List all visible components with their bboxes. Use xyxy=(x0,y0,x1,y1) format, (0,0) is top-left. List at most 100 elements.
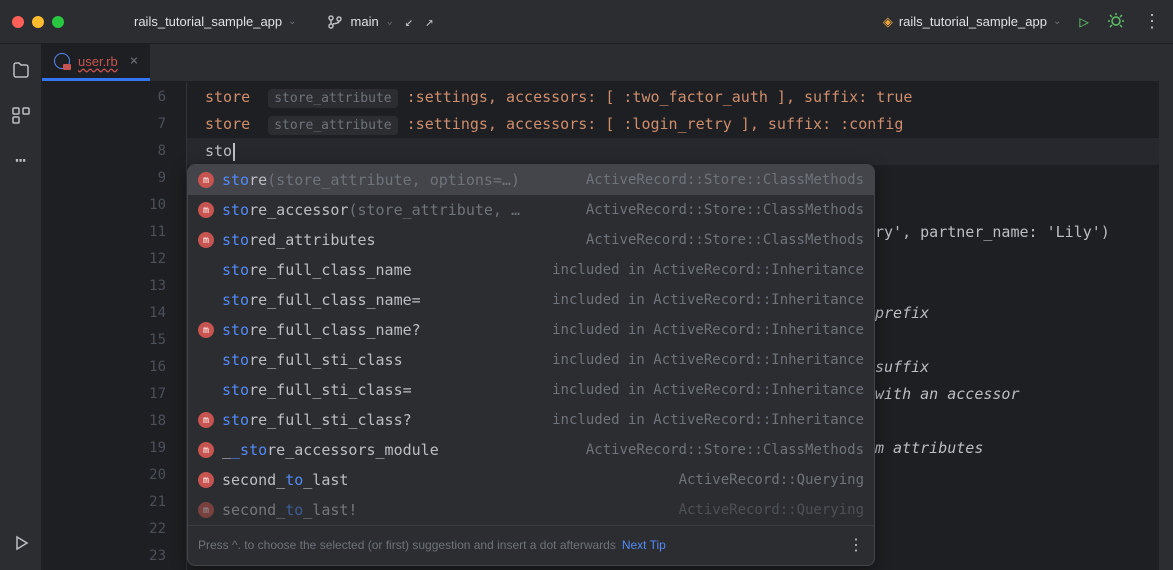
method-icon xyxy=(198,262,214,278)
autocomplete-item[interactable]: mstore(store_attribute, options=…) Active… xyxy=(188,165,874,195)
autocomplete-item[interactable]: mstore_full_sti_class?included in Active… xyxy=(188,405,874,435)
completion-type: included in ActiveRecord::Inheritance xyxy=(552,317,864,344)
window-controls xyxy=(12,16,64,28)
line-number: 22 xyxy=(42,516,166,543)
minimize-window-button[interactable] xyxy=(32,16,44,28)
line-number: 12 xyxy=(42,246,166,273)
code-line: store store_attribute :settings, accesso… xyxy=(187,111,1159,138)
completion-type: ActiveRecord::Querying xyxy=(679,497,864,524)
more-tools-icon[interactable]: ⋯ xyxy=(15,150,26,171)
debug-button[interactable] xyxy=(1107,11,1125,33)
method-icon: m xyxy=(198,322,214,338)
ruby-file-icon xyxy=(54,53,70,69)
next-tip-link[interactable]: Next Tip xyxy=(622,532,666,559)
completion-type: included in ActiveRecord::Inheritance xyxy=(552,407,864,434)
line-number: 18 xyxy=(42,408,166,435)
incoming-icon[interactable]: ↙ xyxy=(405,14,413,30)
tab-filename: user.rb xyxy=(78,54,118,69)
completion-name: store_full_sti_class xyxy=(222,347,403,374)
completion-type: included in ActiveRecord::Inheritance xyxy=(552,377,864,404)
completion-name: stored_attributes xyxy=(222,227,376,254)
rails-icon: ◈ xyxy=(883,14,893,30)
method-icon: m xyxy=(198,172,214,188)
completion-name: store xyxy=(222,167,267,194)
autocomplete-item[interactable]: msecond_to_last!ActiveRecord::Querying xyxy=(188,495,874,525)
autocomplete-item[interactable]: store_full_sti_class= included in ActiveR… xyxy=(188,375,874,405)
completion-params: (store_attribute, … xyxy=(348,197,520,224)
editor-tab[interactable]: user.rb × xyxy=(42,44,150,81)
run-button[interactable]: ▷ xyxy=(1079,12,1089,31)
autocomplete-item[interactable]: m store_full_class_name? included in Activ… xyxy=(188,315,874,345)
run-config-selector[interactable]: ◈ rails_tutorial_sample_app ⌄ xyxy=(883,14,1062,30)
method-icon: m xyxy=(198,202,214,218)
completion-name: __store_accessors_module xyxy=(222,437,439,464)
line-number: 17 xyxy=(42,381,166,408)
method-icon: m xyxy=(198,442,214,458)
run-tool-icon[interactable] xyxy=(11,533,31,558)
editor-content[interactable]: 67891011121314151617181920212223 store s… xyxy=(42,82,1159,570)
autocomplete-item[interactable]: store_full_sti_classincluded in ActiveRe… xyxy=(188,345,874,375)
right-toolbar xyxy=(1159,44,1173,570)
branch-selector[interactable]: main ⌄ xyxy=(327,14,393,30)
completion-name: store_full_class_name= xyxy=(222,287,421,314)
line-number: 13 xyxy=(42,273,166,300)
line-number: 16 xyxy=(42,354,166,381)
completion-type: ActiveRecord::Store::ClassMethods xyxy=(586,227,864,254)
branch-icon xyxy=(327,14,343,30)
autocomplete-item[interactable]: mstored_attributesActiveRecord::Store::C… xyxy=(188,225,874,255)
autocomplete-footer: Press ^. to choose the selected (or firs… xyxy=(188,525,874,565)
chevron-down-icon: ⌄ xyxy=(387,16,393,27)
line-number: 20 xyxy=(42,462,166,489)
footer-hint: Press ^. to choose the selected (or firs… xyxy=(198,532,616,559)
completion-type: ActiveRecord::Store::ClassMethods xyxy=(586,197,864,224)
more-icon[interactable]: ⋮ xyxy=(848,532,864,559)
outgoing-icon[interactable]: ↗ xyxy=(425,14,433,30)
code-line: store store_attribute :settings, accesso… xyxy=(187,84,1159,111)
line-number: 9 xyxy=(42,165,166,192)
editor-area: user.rb × 678910111213141516171819202122… xyxy=(42,44,1159,570)
chevron-down-icon: ⌄ xyxy=(1053,16,1061,27)
maximize-window-button[interactable] xyxy=(52,16,64,28)
project-selector[interactable]: rails_tutorial_sample_app ⌄ xyxy=(134,14,297,29)
tab-bar: user.rb × xyxy=(42,44,1159,82)
completion-name: store_full_sti_class? xyxy=(222,407,412,434)
method-icon xyxy=(198,292,214,308)
structure-tool-icon[interactable] xyxy=(11,105,31,130)
line-number: 6 xyxy=(42,84,166,111)
branch-name-label: main xyxy=(351,14,379,29)
completion-name: store_full_sti_class= xyxy=(222,377,412,404)
completion-name: store_full_class_name? xyxy=(222,317,421,344)
line-number: 19 xyxy=(42,435,166,462)
code-area[interactable]: store store_attribute :settings, accesso… xyxy=(187,82,1159,570)
completion-type: ActiveRecord::Querying xyxy=(679,467,864,494)
method-icon: m xyxy=(198,502,214,518)
more-menu-button[interactable]: ⋮ xyxy=(1143,11,1161,32)
close-tab-button[interactable]: × xyxy=(130,53,138,69)
project-tool-icon[interactable] xyxy=(11,60,31,85)
autocomplete-popup: mstore(store_attribute, options=…)Active… xyxy=(187,164,875,566)
line-number: 10 xyxy=(42,192,166,219)
autocomplete-item[interactable]: m store_accessor(store_attribute, … Active… xyxy=(188,195,874,225)
line-number: 14 xyxy=(42,300,166,327)
close-window-button[interactable] xyxy=(12,16,24,28)
autocomplete-item[interactable]: m __store_accessors_module ActiveRecord::S… xyxy=(188,435,874,465)
line-number: 7 xyxy=(42,111,166,138)
completion-name: store_accessor xyxy=(222,197,348,224)
line-gutter: 67891011121314151617181920212223 xyxy=(42,82,187,570)
completion-params: (store_attribute, options=…) xyxy=(267,167,520,194)
line-number: 8 xyxy=(42,138,166,165)
line-number: 21 xyxy=(42,489,166,516)
line-number: 23 xyxy=(42,543,166,570)
autocomplete-item[interactable]: store_full_class_nameincluded in ActiveR… xyxy=(188,255,874,285)
completion-type: ActiveRecord::Store::ClassMethods xyxy=(586,167,864,194)
method-icon xyxy=(198,352,214,368)
method-icon: m xyxy=(198,472,214,488)
completion-type: included in ActiveRecord::Inheritance xyxy=(552,287,864,314)
completion-type: ActiveRecord::Store::ClassMethods xyxy=(586,437,864,464)
completion-name: second_to_last xyxy=(222,467,348,494)
completion-name: store_full_class_name xyxy=(222,257,412,284)
project-name-label: rails_tutorial_sample_app xyxy=(134,14,282,29)
line-number: 11 xyxy=(42,219,166,246)
autocomplete-item[interactable]: store_full_class_name= included in Active… xyxy=(188,285,874,315)
autocomplete-item[interactable]: m second_to_last ActiveRecord::Querying xyxy=(188,465,874,495)
